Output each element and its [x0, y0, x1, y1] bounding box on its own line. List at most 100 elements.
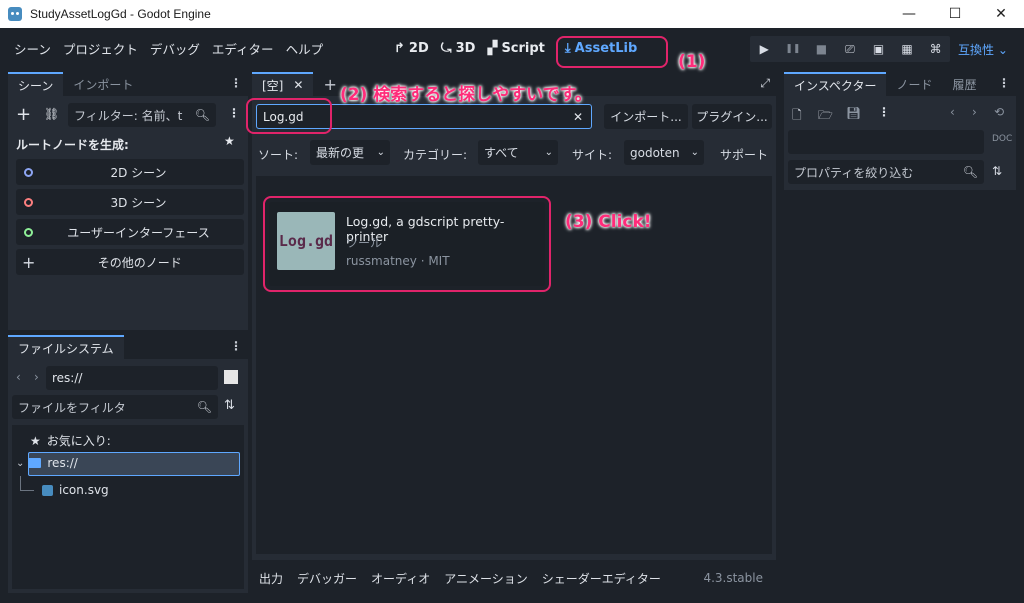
tab-import[interactable]: インポート [63, 72, 143, 96]
close-window-button[interactable]: ✕ [978, 0, 1024, 28]
doc-icon[interactable]: DOC [992, 134, 1012, 144]
property-filter-input[interactable]: プロパティを絞り込む 🔍︎ [788, 160, 984, 184]
version-label: 4.3.stable [703, 571, 763, 585]
run-controls: ▶ ❚❚ ■ ⎚ ▣ ▦ ⌘ [750, 36, 950, 62]
create-3d-scene-button[interactable]: 3D シーン [16, 189, 244, 215]
script-icon: ▞ [487, 40, 498, 56]
search-icon: 🔍︎ [194, 108, 210, 122]
highlight-asset-card [263, 196, 551, 292]
create-ui-scene-button[interactable]: ユーザーインターフェース [16, 219, 244, 245]
menu-bar: シーン プロジェクト デバッグ エディター ヘルプ ↱ 2D ⤿ 3D ▞ Scrip… [0, 28, 1024, 68]
movie-maker-icon[interactable]: ⌘ [927, 42, 945, 56]
res-folder-row[interactable]: ⌄ res:// [16, 456, 78, 470]
category-label: カテゴリー: [403, 148, 468, 162]
scene-filter-input[interactable]: フィルター: 名前、t 🔍︎ [68, 103, 216, 127]
inspector-menu-icon[interactable]: ⋮ [998, 76, 1010, 90]
forward-icon[interactable]: › [34, 370, 39, 384]
menu-project[interactable]: プロジェクト [57, 39, 144, 58]
mode-script-button[interactable]: ▞ Script [481, 41, 550, 56]
distraction-free-icon[interactable]: ⤢ [760, 76, 770, 91]
site-label: サイト: [572, 148, 613, 162]
play-icon[interactable]: ▶ [755, 42, 773, 56]
tab-filesystem[interactable]: ファイルシステム [8, 335, 124, 359]
file-tree [12, 425, 244, 589]
mode-2d-button[interactable]: ↱ 2D [388, 41, 435, 56]
close-tab-icon[interactable]: ✕ [293, 78, 303, 92]
tab-shader-editor[interactable]: シェーダーエディター [535, 570, 668, 587]
tab-history[interactable]: 履歴 [942, 72, 986, 96]
stop-icon[interactable]: ■ [812, 42, 830, 56]
open-folder-icon[interactable]: 🗁 [818, 106, 833, 127]
filesystem-dock: ファイルシステム ⋮ ‹ › res:// ファイルをフィルタ 🔍︎ ⇅ ★ お… [8, 335, 248, 593]
star-icon[interactable]: ★ [224, 134, 235, 148]
annotation-step-1: (1) [678, 52, 706, 72]
tab-debugger[interactable]: デバッガー [290, 570, 364, 587]
control-icon [24, 227, 33, 237]
maximize-button[interactable]: ☐ [932, 0, 978, 28]
property-options-icon[interactable]: ⇅ [992, 164, 1002, 178]
tree-line [20, 490, 34, 491]
godot-file-icon [42, 484, 53, 496]
back-icon[interactable]: ‹ [16, 370, 21, 384]
import-button[interactable]: インポート... [604, 104, 688, 129]
split-mode-icon[interactable] [224, 370, 238, 384]
add-node-icon[interactable]: + [16, 104, 31, 125]
scene-dock-menu-icon[interactable]: ⋮ [230, 76, 242, 90]
create-root-label: ルートノードを生成: [16, 138, 129, 152]
support-button[interactable]: サポート [720, 146, 768, 163]
create-other-node-button[interactable]: + その他のノード [16, 249, 244, 275]
minimize-button[interactable]: — [886, 0, 932, 28]
menu-editor[interactable]: エディター [206, 39, 280, 58]
tab-node[interactable]: ノード [886, 72, 942, 96]
plugins-button[interactable]: プラグイン... [692, 104, 772, 129]
icon-svg-row[interactable]: icon.svg [42, 483, 109, 497]
filesystem-path-field[interactable]: res:// [46, 366, 218, 390]
pause-icon[interactable]: ❚❚ [784, 44, 802, 54]
selected-object-field [788, 130, 984, 154]
search-icon: 🔍︎ [196, 400, 212, 414]
chevron-down-icon: ⌄ [690, 147, 699, 158]
node3d-icon [24, 197, 33, 207]
link-icon[interactable]: ⛓ [44, 107, 59, 121]
menu-help[interactable]: ヘルプ [280, 39, 330, 58]
favorites-row[interactable]: ★ お気に入り: [30, 432, 111, 449]
sort-dropdown[interactable]: 最新の更 ⌄ [310, 140, 390, 165]
tab-animation[interactable]: アニメーション [437, 570, 535, 587]
3d-icon: ⤿ [440, 40, 452, 56]
play-custom-scene-icon[interactable]: ▦ [898, 42, 916, 56]
chevron-down-icon: ⌄ [544, 147, 553, 158]
category-dropdown[interactable]: すべて ⌄ [478, 140, 558, 165]
object-history-icon[interactable]: ⟲ [994, 105, 1004, 119]
extra-options-icon[interactable]: ⋮ [878, 105, 890, 119]
menu-debug[interactable]: デバッグ [144, 39, 206, 58]
menu-scene[interactable]: シーン [8, 39, 57, 58]
scene-dock: シーン インポート ⋮ + ⛓ フィルター: 名前、t 🔍︎ ⋮ ルートノードを… [8, 72, 248, 330]
renderer-selector[interactable]: 互換性 ⌄ [958, 41, 1008, 58]
mode-3d-button[interactable]: ⤿ 3D [435, 41, 482, 56]
chevron-down-icon: ⌄ [376, 147, 385, 158]
annotation-step-3: (3) Click! [565, 212, 652, 232]
tab-inspector[interactable]: インスペクター [784, 72, 887, 96]
new-resource-icon[interactable]: 🗋 [792, 106, 802, 127]
remote-debug-icon[interactable]: ⎚ [841, 42, 859, 57]
create-2d-scene-button[interactable]: 2D シーン [16, 159, 244, 185]
save-icon[interactable]: 💾︎ [846, 106, 861, 120]
history-back-icon[interactable]: ‹ [950, 105, 955, 119]
tab-empty-scene[interactable]: [空] ✕ [252, 72, 314, 96]
site-dropdown[interactable]: godoten ⌄ [624, 140, 704, 165]
window-title: StudyAssetLogGd - Godot Engine [30, 7, 211, 21]
tab-output[interactable]: 出力 [252, 570, 290, 587]
scene-options-icon[interactable]: ⋮ [228, 106, 240, 120]
filesystem-menu-icon[interactable]: ⋮ [230, 339, 242, 353]
clear-search-icon[interactable]: ✕ [573, 110, 583, 124]
tab-audio[interactable]: オーディオ [364, 570, 437, 587]
bottom-panel-bar: 出力 デバッガー オーディオ アニメーション シェーダーエディター 4.3.st… [252, 562, 776, 594]
file-filter-input[interactable]: ファイルをフィルタ 🔍︎ [12, 395, 218, 419]
tab-scene[interactable]: シーン [8, 72, 64, 96]
tree-line [20, 476, 21, 490]
folder-icon [28, 458, 42, 468]
history-forward-icon[interactable]: › [972, 105, 977, 119]
play-scene-icon[interactable]: ▣ [870, 42, 888, 56]
search-icon: 🔍︎ [962, 165, 978, 179]
sort-icon[interactable]: ⇅ [224, 398, 235, 413]
